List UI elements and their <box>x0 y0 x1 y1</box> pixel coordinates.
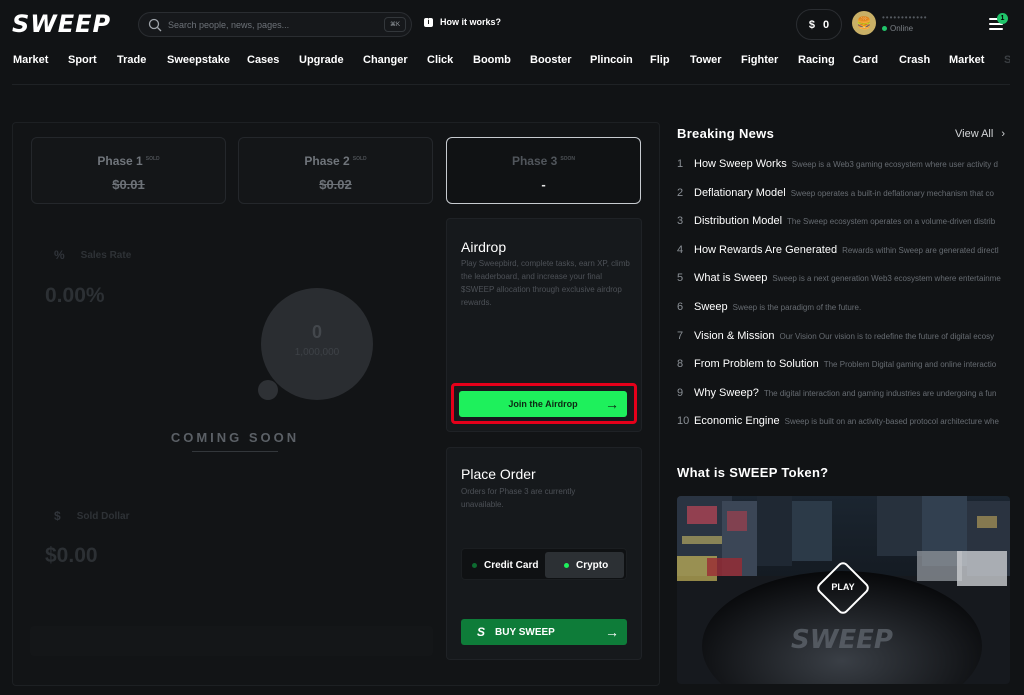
place-order-description: Orders for Phase 3 are currently unavail… <box>461 487 576 509</box>
profile-status: Online <box>882 24 928 33</box>
coming-soon-text: COMING SOON <box>170 430 300 445</box>
news-item[interactable]: 9 Why Sweep? The digital interaction and g… <box>677 387 1010 405</box>
nav-changer[interactable]: Changer <box>363 54 408 66</box>
nav-crash[interactable]: Crash <box>899 54 930 66</box>
news-item[interactable]: 6 Sweep Sweep is the paradigm of the futur… <box>677 301 1010 319</box>
search-icon <box>148 18 162 31</box>
payment-method-toggle: Credit Card Crypto <box>461 548 627 580</box>
phase-3-card: Phase 3 SOON - <box>446 137 641 204</box>
nav-fighter[interactable]: Fighter <box>741 54 778 66</box>
nav-click[interactable]: Click <box>427 54 453 66</box>
sold-count: 0 <box>311 322 322 342</box>
nav-boomb[interactable]: Boomb <box>473 54 511 66</box>
how-it-works-link[interactable]: i How it works? <box>424 17 501 27</box>
percent-icon: % <box>54 248 65 262</box>
news-item[interactable]: 2 Deflationary Model Sweep operates a buil… <box>677 187 1010 205</box>
search-bar[interactable]: ⌘K <box>138 12 412 37</box>
profile-menu[interactable]: 🍔 •••••••••••• Online <box>852 11 928 35</box>
phase-3-price: - <box>541 177 546 192</box>
nav-card[interactable]: Card <box>853 54 878 66</box>
crypto-option[interactable]: Crypto <box>545 552 624 578</box>
nav-booster[interactable]: Booster <box>530 54 572 66</box>
arrow-right-icon: → <box>605 396 619 412</box>
sweep-logo[interactable]: SWEEP <box>12 10 111 38</box>
coming-soon-underline <box>192 451 278 452</box>
news-item[interactable]: 7 Vision & Mission Our Vision Our vision i… <box>677 330 1010 348</box>
balance-button[interactable]: $ 0 <box>796 9 842 40</box>
nav-flip[interactable]: Flip <box>650 54 670 66</box>
place-order-title: Place Order <box>461 466 536 482</box>
chevron-right-icon: › <box>1001 128 1005 140</box>
breaking-news-title: Breaking News <box>677 126 775 141</box>
panel-footer <box>30 626 433 656</box>
join-airdrop-button[interactable]: Join the Airdrop → <box>459 391 627 417</box>
category-nav: Market Sport Trade Sweepstake Cases Upgr… <box>0 54 1010 70</box>
nav-cases[interactable]: Cases <box>247 54 279 66</box>
progress-indicator <box>258 380 278 400</box>
nav-trade[interactable]: Trade <box>117 54 146 66</box>
dollar-icon: $ <box>808 18 815 31</box>
nav-overflow[interactable]: S <box>1004 54 1010 66</box>
profile-name: •••••••••••• <box>882 13 928 22</box>
sales-rate-value: 0.00% <box>45 284 105 307</box>
progress-circle: 0 1,000,000 <box>261 288 373 400</box>
buy-sweep-button[interactable]: S BUY SWEEP → <box>461 619 627 645</box>
news-item[interactable]: 4 How Rewards Are Generated Rewards within… <box>677 244 1010 262</box>
info-icon: i <box>424 17 433 27</box>
nav-market[interactable]: Market <box>13 54 48 66</box>
view-all-link[interactable]: View All › <box>955 128 1005 140</box>
phase-1-card: Phase 1 SOLD $0.01 <box>31 137 226 204</box>
news-item[interactable]: 10 Economic Engine Sweep is built on an ac… <box>677 415 1010 433</box>
dollar-icon: $ <box>54 509 61 523</box>
play-label[interactable]: PLAY <box>823 582 863 592</box>
nav-sweepstake[interactable]: Sweepstake <box>167 54 230 66</box>
radio-dot-icon <box>472 562 477 568</box>
sold-dollar-value: $0.00 <box>45 544 98 567</box>
radio-dot-icon <box>564 562 569 568</box>
news-item[interactable]: 8 From Problem to Solution The Problem Dig… <box>677 358 1010 376</box>
notification-badge: 1 <box>997 13 1008 24</box>
nav-plincoin[interactable]: Plincoin <box>590 54 633 66</box>
nav-market-2[interactable]: Market <box>949 54 984 66</box>
sales-rate-label: % Sales Rate <box>54 248 132 262</box>
airdrop-description: Play Sweepbird, complete tasks, earn XP,… <box>461 259 630 307</box>
arrow-right-icon: → <box>605 624 619 640</box>
sold-dollar-label: $ Sold Dollar <box>54 509 130 523</box>
phase-2-price: $0.02 <box>319 177 352 192</box>
balance-value: 0 <box>823 18 830 31</box>
token-section-title: What is SWEEP Token? <box>677 465 829 480</box>
avatar: 🍔 <box>852 11 876 35</box>
video-sweep-watermark: SWEEP <box>791 625 893 655</box>
online-dot-icon <box>882 26 887 31</box>
sweep-s-icon: S <box>477 625 486 639</box>
how-it-works-label: How it works? <box>440 17 502 27</box>
credit-card-option[interactable]: Credit Card <box>472 552 538 578</box>
search-input[interactable] <box>168 19 368 30</box>
phase-2-card: Phase 2 SOLD $0.02 <box>238 137 433 204</box>
nav-sport[interactable]: Sport <box>68 54 97 66</box>
total-supply: 1,000,000 <box>294 347 340 358</box>
news-item[interactable]: 5 What is Sweep Sweep is a next generation… <box>677 272 1010 290</box>
news-item[interactable]: 3 Distribution Model The Sweep ecosystem o… <box>677 215 1010 233</box>
search-shortcut: ⌘K <box>384 17 406 32</box>
phase-1-price: $0.01 <box>112 177 145 192</box>
airdrop-title: Airdrop <box>461 239 507 255</box>
nav-upgrade[interactable]: Upgrade <box>299 54 344 66</box>
news-item[interactable]: 1 How Sweep Works Sweep is a Web3 gaming e… <box>677 158 1010 176</box>
nav-racing[interactable]: Racing <box>798 54 835 66</box>
nav-tower[interactable]: Tower <box>690 54 722 66</box>
nav-divider <box>12 84 1010 85</box>
